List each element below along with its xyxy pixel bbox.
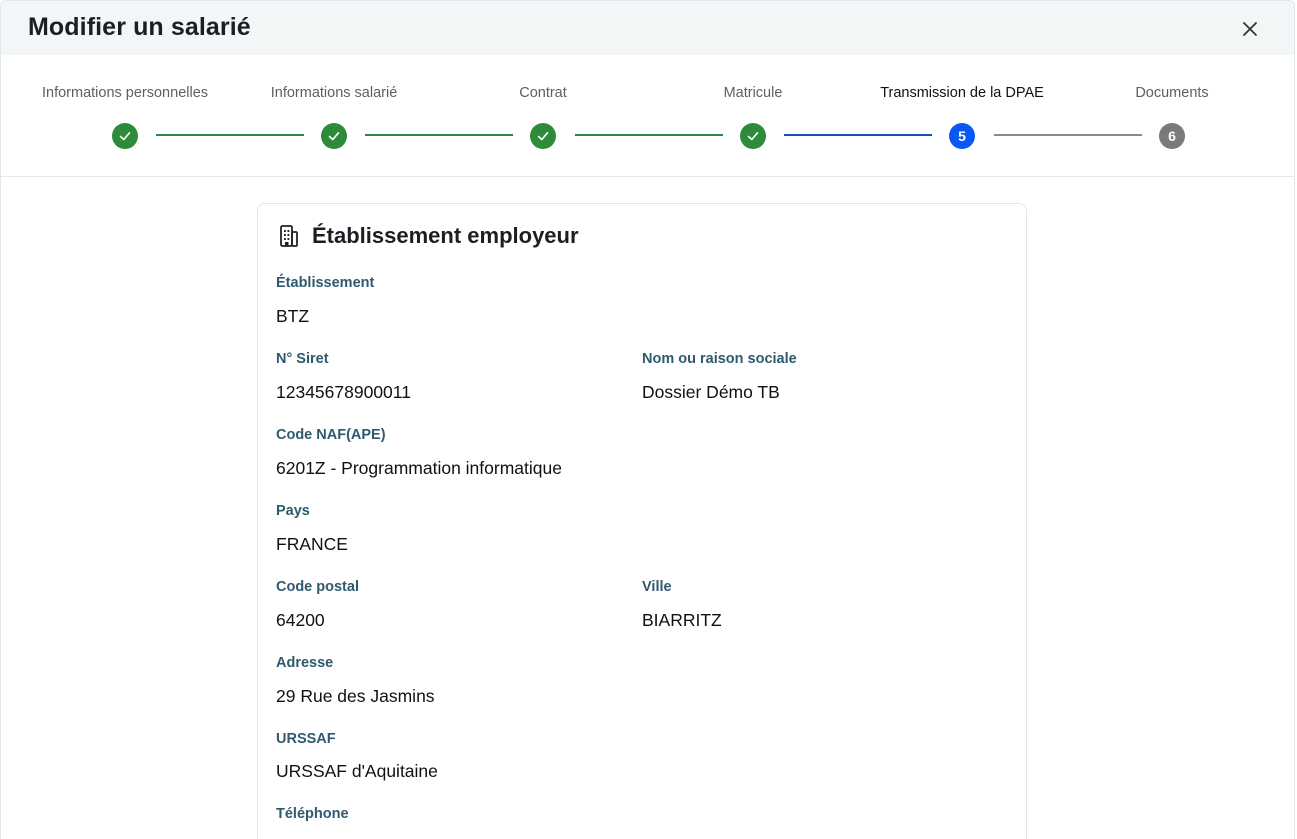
employer-establishment-card: Établissement employeur Établissement BT… bbox=[257, 203, 1027, 839]
step-label-transmission-dpae[interactable]: Transmission de la DPAE bbox=[880, 85, 1044, 101]
dialog-title: Modifier un salarié bbox=[28, 13, 251, 41]
step-connector bbox=[156, 134, 304, 136]
value-etablissement: BTZ bbox=[276, 306, 310, 326]
edit-employee-dialog: Modifier un salarié Informations personn… bbox=[0, 0, 1295, 839]
step-number-todo[interactable]: 6 bbox=[1159, 123, 1185, 149]
step-number-current[interactable]: 5 bbox=[949, 123, 975, 149]
label-raison-sociale: Nom ou raison sociale bbox=[642, 351, 797, 367]
step-check-icon[interactable] bbox=[530, 123, 556, 149]
step-connector bbox=[365, 134, 513, 136]
label-ville: Ville bbox=[642, 579, 672, 595]
step-connector bbox=[575, 134, 723, 136]
label-adresse: Adresse bbox=[276, 655, 334, 671]
label-siret: N° Siret bbox=[276, 351, 329, 367]
value-pays: FRANCE bbox=[276, 534, 348, 554]
step-label-informations-salarie[interactable]: Informations salarié bbox=[271, 85, 398, 101]
step-check-icon[interactable] bbox=[321, 123, 347, 149]
value-siret: 12345678900011 bbox=[276, 382, 411, 402]
step-connector bbox=[994, 134, 1142, 136]
step-label-contrat[interactable]: Contrat bbox=[519, 85, 567, 101]
label-code-postal: Code postal bbox=[276, 579, 359, 595]
step-connector bbox=[784, 134, 932, 136]
value-code-naf: 6201Z - Programmation informatique bbox=[276, 458, 562, 478]
stepper: Informations personnelles Informations s… bbox=[1, 55, 1294, 177]
value-adresse: 29 Rue des Jasmins bbox=[276, 686, 435, 706]
step-label-matricule[interactable]: Matricule bbox=[724, 85, 783, 101]
step-label-documents[interactable]: Documents bbox=[1135, 85, 1208, 101]
value-ville: BIARRITZ bbox=[642, 610, 722, 630]
label-code-naf: Code NAF(APE) bbox=[276, 427, 386, 443]
card-title: Établissement employeur bbox=[312, 223, 579, 248]
label-urssaf: URSSAF bbox=[276, 731, 336, 747]
step-check-icon[interactable] bbox=[740, 123, 766, 149]
label-pays: Pays bbox=[276, 503, 310, 519]
dialog-header: Modifier un salarié bbox=[1, 1, 1294, 55]
value-raison-sociale: Dossier Démo TB bbox=[642, 382, 780, 402]
value-urssaf: URSSAF d'Aquitaine bbox=[276, 761, 438, 781]
close-icon[interactable] bbox=[1239, 18, 1261, 40]
step-label-informations-personnelles[interactable]: Informations personnelles bbox=[42, 85, 208, 101]
value-code-postal: 64200 bbox=[276, 610, 325, 630]
building-icon bbox=[278, 224, 300, 248]
label-telephone: Téléphone bbox=[276, 806, 349, 822]
label-etablissement: Établissement bbox=[276, 275, 375, 291]
step-check-icon[interactable] bbox=[112, 123, 138, 149]
